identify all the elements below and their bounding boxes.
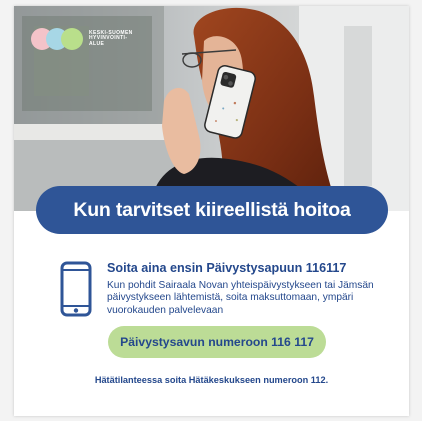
info-title: Soita aina ensin Päivystysapuun 116117 (107, 261, 347, 275)
mobile-phone-icon (60, 261, 92, 322)
info-body: Kun pohdit Sairaala Novan yhteispäivysty… (107, 280, 374, 316)
info-card: KESKI-SUOMEN HYVINVOINTI-ALUE Kun tarvit… (14, 6, 409, 416)
headline-text: Kun tarvitset kiireellistä hoitoa (73, 198, 351, 221)
organization-logo: KESKI-SUOMEN HYVINVOINTI-ALUE (31, 28, 133, 50)
headline-banner: Kun tarvitset kiireellistä hoitoa (36, 186, 388, 234)
logo-dots-icon (31, 28, 85, 50)
call-button-label: Päivystysavun numeroon 116 117 (120, 335, 314, 349)
logo-dot (61, 28, 83, 50)
emergency-note: Hätätilanteessa soita Hätäkeskukseen num… (94, 375, 329, 385)
logo-text: KESKI-SUOMEN HYVINVOINTI-ALUE (89, 29, 133, 47)
call-116117-button[interactable]: Päivystysavun numeroon 116 117 (108, 326, 326, 358)
